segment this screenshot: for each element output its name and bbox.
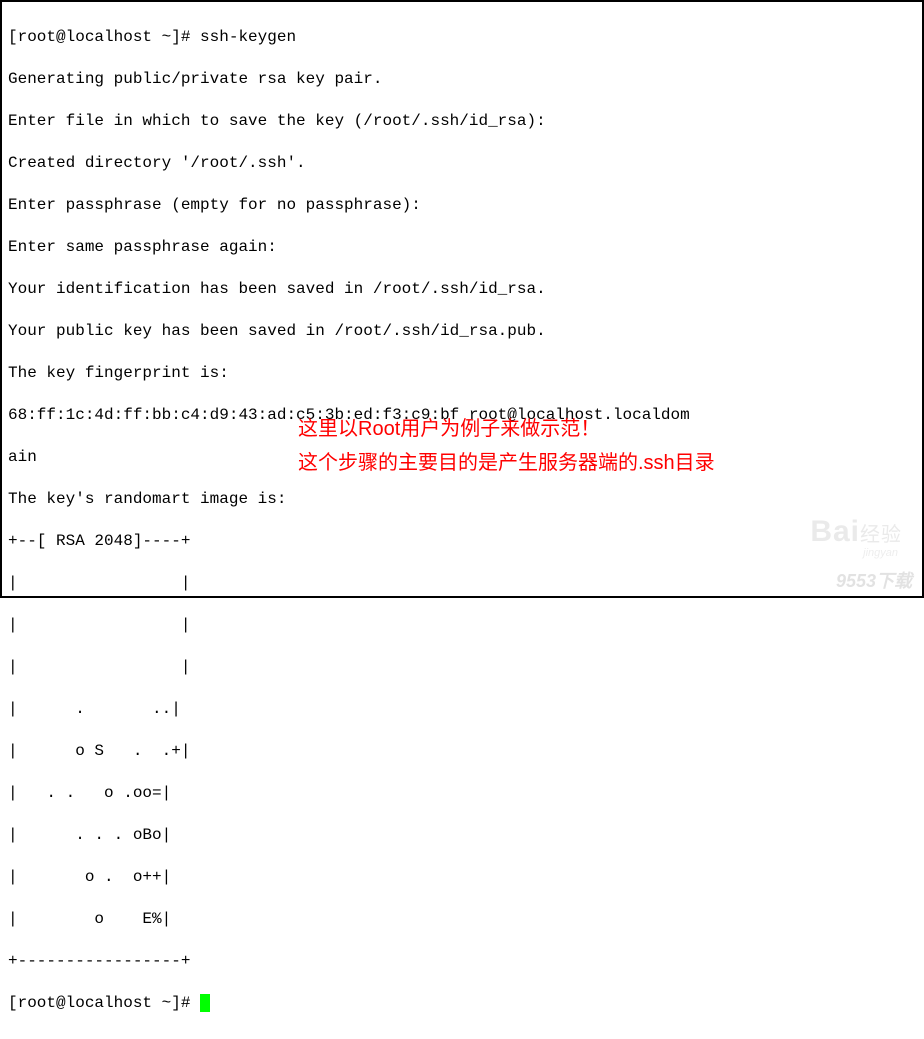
annotation-line: 这个步骤的主要目的是产生服务器端的.ssh目录 bbox=[298, 446, 715, 480]
terminal-line: +--[ RSA 2048]----+ bbox=[8, 531, 916, 552]
terminal-line: | o E%| bbox=[8, 909, 916, 930]
terminal-line: | | bbox=[8, 615, 916, 636]
terminal-line: Generating public/private rsa key pair. bbox=[8, 69, 916, 90]
annotation-line: 这里以Root用户为例子来做示范！ bbox=[298, 412, 715, 446]
terminal-line: Your identification has been saved in /r… bbox=[8, 279, 916, 300]
terminal-line: | o S . .+| bbox=[8, 741, 916, 762]
terminal-prompt: [root@localhost ~]# bbox=[8, 994, 200, 1012]
terminal-output[interactable]: [root@localhost ~]# ssh-keygen Generatin… bbox=[2, 2, 922, 1039]
terminal-prompt-line[interactable]: [root@localhost ~]# bbox=[8, 993, 916, 1014]
terminal-line: | . . o .oo=| bbox=[8, 783, 916, 804]
terminal-line: +-----------------+ bbox=[8, 951, 916, 972]
terminal-line: | | bbox=[8, 657, 916, 678]
watermark-site: 9553下载 bbox=[836, 571, 912, 592]
terminal-line: Enter same passphrase again: bbox=[8, 237, 916, 258]
terminal-line: The key's randomart image is: bbox=[8, 489, 916, 510]
terminal-line: Enter file in which to save the key (/ro… bbox=[8, 111, 916, 132]
terminal-line: Enter passphrase (empty for no passphras… bbox=[8, 195, 916, 216]
terminal-cursor[interactable] bbox=[200, 994, 210, 1012]
watermark-baidu-sub: jingyan bbox=[863, 543, 898, 564]
terminal-line: | . . . oBo| bbox=[8, 825, 916, 846]
watermark-text: Bai bbox=[810, 515, 860, 548]
terminal-line: | | bbox=[8, 573, 916, 594]
terminal-line: | . ..| bbox=[8, 699, 916, 720]
annotation-overlay: 这里以Root用户为例子来做示范！ 这个步骤的主要目的是产生服务器端的.ssh目… bbox=[298, 412, 715, 480]
terminal-line: Your public key has been saved in /root/… bbox=[8, 321, 916, 342]
terminal-line: | o . o++| bbox=[8, 867, 916, 888]
terminal-line: [root@localhost ~]# ssh-keygen bbox=[8, 27, 916, 48]
terminal-line: Created directory '/root/.ssh'. bbox=[8, 153, 916, 174]
terminal-line: The key fingerprint is: bbox=[8, 363, 916, 384]
